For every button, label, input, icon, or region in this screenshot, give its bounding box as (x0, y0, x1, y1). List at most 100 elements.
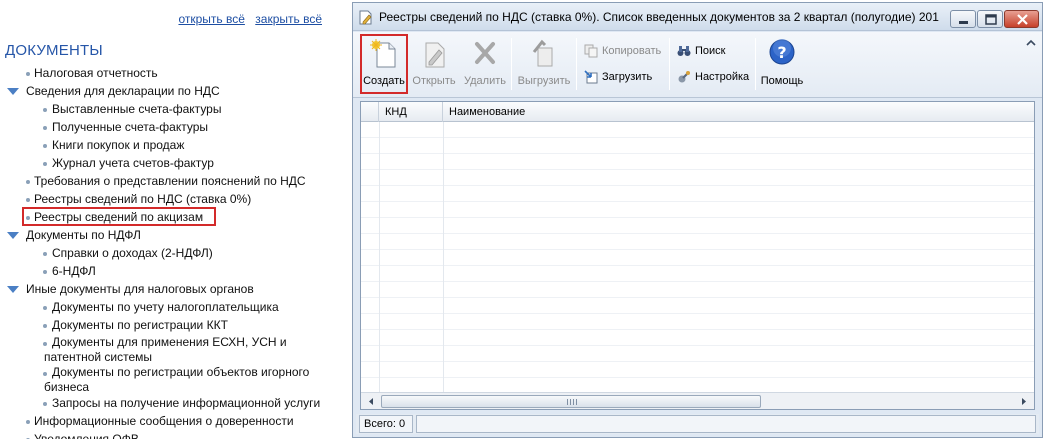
tree-item-label: Справки о доходах (2-НДФЛ) (52, 246, 213, 260)
bullet-icon (43, 162, 47, 166)
tree-item-label: Документы по НДФЛ (26, 228, 141, 242)
bullet-icon (26, 180, 30, 184)
maximize-button[interactable] (977, 10, 1003, 28)
help-button[interactable]: ? Помощь (759, 36, 805, 92)
grid-column-line (443, 122, 444, 393)
toolbar-separator (511, 38, 512, 90)
tree-item[interactable]: Документы по регистрации ККТ (0, 316, 332, 334)
copy-button[interactable]: Копировать (584, 42, 661, 60)
tree-item-label: Информационные сообщения о доверенности (34, 414, 294, 428)
tree-group[interactable]: Сведения для декларации по НДС (0, 82, 332, 100)
bullet-icon (43, 324, 47, 328)
expand-triangle-icon[interactable] (7, 88, 19, 95)
toolbar-separator (755, 38, 756, 90)
toolbar: Создать Открыть Удалить Выгрузить Копиро… (353, 32, 1042, 98)
tree-item[interactable]: Книги покупок и продаж (0, 136, 332, 154)
tree-item[interactable]: 6-НДФЛ (0, 262, 332, 280)
close-icon (1017, 14, 1028, 25)
bullet-icon (43, 402, 47, 406)
scrollbar-thumb[interactable] (381, 395, 761, 408)
bullet-icon (43, 126, 47, 130)
tree-item[interactable]: Реестры сведений по НДС (ставка 0%) (0, 190, 332, 208)
bullet-icon (43, 372, 47, 376)
horizontal-scrollbar[interactable] (361, 392, 1034, 409)
tree-item-label: Журнал учета счетов-фактур (52, 156, 214, 170)
close-button[interactable] (1004, 10, 1039, 28)
column-header-name[interactable]: Наименование (443, 102, 1033, 122)
tree-item-label: Документы по регистрации ККТ (52, 318, 228, 332)
svg-text:?: ? (777, 43, 786, 62)
expand-triangle-icon[interactable] (7, 232, 19, 239)
tree-item-label: Налоговая отчетность (34, 66, 158, 80)
tree-item[interactable]: Справки о доходах (2-НДФЛ) (0, 244, 332, 262)
documents-window: Реестры сведений по НДС (ставка 0%). Спи… (352, 2, 1043, 438)
tree-item[interactable]: Полученные счета-фактуры (0, 118, 332, 136)
tree-item-label: Выставленные счета-фактуры (52, 102, 222, 116)
maximize-icon (985, 14, 997, 25)
tree-item[interactable]: Документы по учету налогоплательщика (0, 298, 332, 316)
window-title: Реестры сведений по НДС (ставка 0%). Спи… (379, 10, 939, 24)
tree-item[interactable]: Требования о представлении пояснений по … (0, 172, 332, 190)
expand-triangle-icon[interactable] (7, 286, 19, 293)
total-count: Всего: 0 (359, 415, 413, 433)
tree-item-label: Сведения для декларации по НДС (26, 84, 220, 98)
column-header-knd[interactable]: КНД (379, 102, 443, 122)
settings-button[interactable]: Настройка (677, 68, 749, 86)
tree-item-label: Документы для применения ЕСХН, УСН и пат… (44, 335, 287, 364)
toolbar-separator (576, 38, 577, 90)
export-button[interactable]: Выгрузить (514, 36, 574, 92)
delete-button[interactable]: Удалить (460, 36, 510, 92)
grid-header: КНД Наименование (361, 102, 1034, 122)
tree-item[interactable]: Информационные сообщения о доверенности (0, 412, 332, 430)
open-all-link[interactable]: открыть всё (178, 12, 244, 26)
bullet-icon (43, 252, 47, 256)
bullet-icon (43, 306, 47, 310)
scroll-left-arrow-icon[interactable] (363, 395, 379, 408)
tree-group[interactable]: Иные документы для налоговых органов (0, 280, 332, 298)
help-question-icon: ? (769, 39, 795, 65)
scrollbar-grip (567, 399, 577, 405)
load-button[interactable]: Загрузить (584, 68, 652, 86)
navigation-panel: открыть всё закрыть всё ДОКУМЕНТЫ Налого… (0, 0, 332, 439)
grid-rows (361, 122, 1034, 393)
tree-item-label: Запросы на получение информационной услу… (52, 396, 321, 410)
tree-item[interactable]: Запросы на получение информационной услу… (0, 394, 332, 412)
bullet-icon (43, 144, 47, 148)
documents-grid[interactable]: КНД Наименование (360, 101, 1035, 410)
bullet-icon (26, 198, 30, 202)
search-button[interactable]: Поиск (677, 42, 725, 60)
bullet-icon (26, 72, 30, 76)
tree-toggle-links: открыть всё закрыть всё (171, 12, 322, 26)
bullet-icon (26, 420, 30, 424)
document-edit-icon (359, 10, 372, 25)
settings-wrench-icon (678, 71, 690, 83)
highlight-box (22, 207, 216, 226)
tree-item[interactable]: Документы для применения ЕСХН, УСН и пат… (0, 334, 332, 364)
open-button[interactable]: Открыть (410, 36, 458, 92)
grid-header-selector (361, 102, 379, 122)
import-icon (584, 70, 598, 84)
status-bar: Всего: 0 (356, 414, 1039, 434)
window-titlebar[interactable]: Реестры сведений по НДС (ставка 0%). Спи… (353, 3, 1042, 31)
export-icon (532, 39, 553, 67)
close-all-link[interactable]: закрыть всё (255, 12, 322, 26)
tree-item-label: Требования о представлении пояснений по … (34, 174, 306, 188)
tree-item[interactable]: Налоговая отчетность (0, 64, 332, 82)
tree-group[interactable]: Документы по НДФЛ (0, 226, 332, 244)
tree-item-label: Реестры сведений по НДС (ставка 0%) (34, 192, 252, 206)
collapse-toolbar-chevron-icon[interactable] (1026, 38, 1036, 48)
tree-item[interactable]: Уведомления ОФВ (0, 430, 332, 439)
toolbar-separator (669, 38, 670, 90)
tree-item[interactable]: Выставленные счета-фактуры (0, 100, 332, 118)
tree-item[interactable]: Документы по регистрации объектов игорно… (0, 364, 332, 394)
bullet-icon (43, 342, 47, 346)
scroll-right-arrow-icon[interactable] (1016, 395, 1032, 408)
binoculars-icon (677, 46, 691, 56)
tree-item[interactable]: Журнал учета счетов-фактур (0, 154, 332, 172)
documents-heading: ДОКУМЕНТЫ (5, 42, 103, 59)
minimize-icon (959, 21, 968, 24)
tree-item-label: Полученные счета-фактуры (52, 120, 208, 134)
edit-document-icon (425, 42, 445, 68)
minimize-button[interactable] (950, 10, 976, 28)
tree-item-label: Иные документы для налоговых органов (26, 282, 254, 296)
